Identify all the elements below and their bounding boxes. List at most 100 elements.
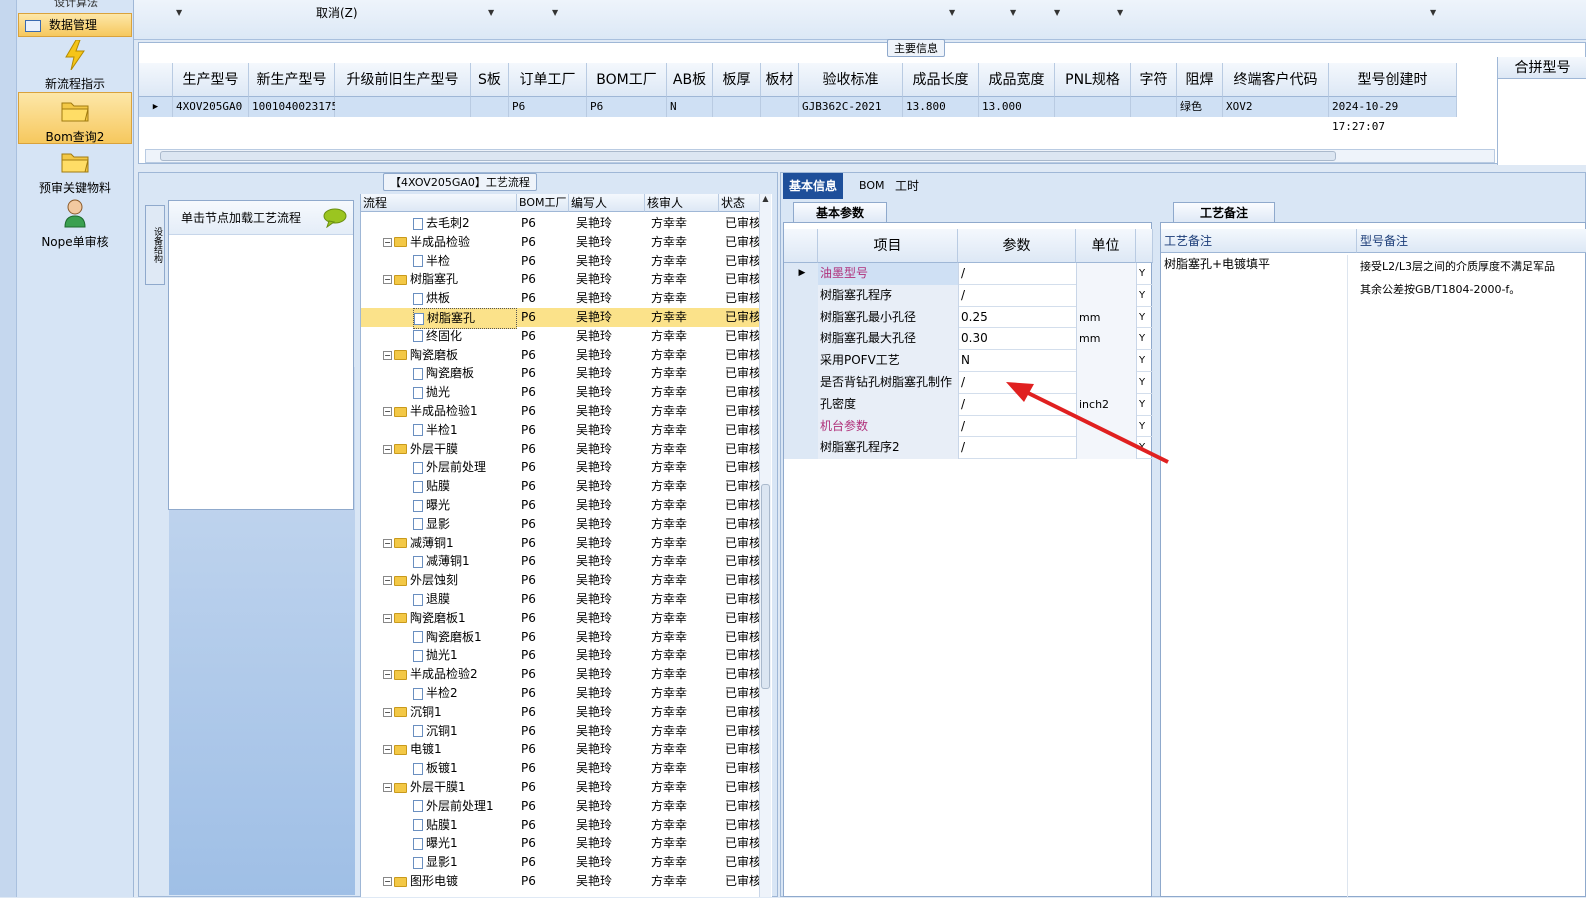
col-header[interactable]: 字符 bbox=[1131, 63, 1177, 97]
nav-item-new-flow[interactable]: 新流程指示 bbox=[18, 39, 132, 91]
param-row[interactable]: ▶ 油墨型号 / Y bbox=[784, 263, 1153, 285]
tree-row[interactable]: − 减薄铜1 P6 吴艳玲 方幸幸 已审核 bbox=[361, 534, 761, 553]
tree-row[interactable]: 抛光1 P6 吴艳玲 方幸幸 已审核 bbox=[361, 646, 761, 665]
table-cell[interactable]: P6 bbox=[509, 97, 587, 117]
horizontal-scrollbar[interactable] bbox=[145, 149, 1495, 163]
tree-node-label[interactable]: − 树脂塞孔 bbox=[383, 270, 464, 289]
col-header[interactable]: 终端客户代码 bbox=[1223, 63, 1329, 97]
table-cell[interactable]: 4XOV205GA0 bbox=[173, 97, 249, 117]
collapse-icon[interactable]: − bbox=[383, 576, 392, 586]
param-row[interactable]: 树脂塞孔最大孔径 0.30 mm Y bbox=[784, 328, 1153, 351]
col-header-model-note[interactable]: 型号备注 bbox=[1357, 229, 1586, 253]
tree-row[interactable]: 半检2 P6 吴艳玲 方幸幸 已审核 bbox=[361, 684, 761, 703]
tree-row[interactable]: − 树脂塞孔 P6 吴艳玲 方幸幸 已审核 bbox=[361, 270, 761, 289]
col-header[interactable]: 型号创建时 bbox=[1329, 63, 1457, 97]
col-header[interactable]: 板材 bbox=[761, 63, 799, 97]
tree-row[interactable]: 陶瓷磨板 P6 吴艳玲 方幸幸 已审核 bbox=[361, 364, 761, 383]
param-value[interactable]: N bbox=[958, 350, 1076, 372]
row-header[interactable] bbox=[784, 437, 818, 460]
col-header[interactable]: BOM工厂 bbox=[587, 63, 667, 97]
tree-row[interactable]: − 陶瓷磨板 P6 吴艳玲 方幸幸 已审核 bbox=[361, 346, 761, 365]
col-header-unit[interactable]: 单位 bbox=[1076, 229, 1136, 263]
nav-item-partial[interactable]: 设计算法 bbox=[20, 0, 132, 9]
dropdown-arrow-icon[interactable]: ▼ bbox=[1430, 8, 1436, 17]
tree-node-label[interactable]: 板镀1 bbox=[413, 759, 464, 778]
table-cell[interactable]: 10010400231758 bbox=[249, 97, 345, 117]
tree-node-label[interactable]: 退膜 bbox=[413, 590, 456, 609]
nav-section-data-management[interactable]: 数据管理 bbox=[18, 13, 132, 37]
tree-row[interactable]: 贴膜1 P6 吴艳玲 方幸幸 已审核 bbox=[361, 816, 761, 835]
nav-item-prereview-materials[interactable]: 预审关键物料 bbox=[18, 148, 132, 196]
tree-node-label[interactable]: 曝光1 bbox=[413, 834, 464, 853]
col-header[interactable]: AB板 bbox=[667, 63, 713, 97]
tree-row[interactable]: 曝光 P6 吴艳玲 方幸幸 已审核 bbox=[361, 496, 761, 515]
table-cell[interactable]: 13.000 bbox=[979, 97, 1055, 117]
collapse-icon[interactable]: − bbox=[383, 745, 392, 755]
tree-row[interactable]: 陶瓷磨板1 P6 吴艳玲 方幸幸 已审核 bbox=[361, 628, 761, 647]
tree-row[interactable]: 抛光 P6 吴艳玲 方幸幸 已审核 bbox=[361, 383, 761, 402]
tree-node-label[interactable]: 半检 bbox=[413, 252, 456, 271]
cancel-button[interactable]: 取消(Z) bbox=[316, 4, 358, 21]
tree-row[interactable]: − 外层干膜 P6 吴艳玲 方幸幸 已审核 bbox=[361, 440, 761, 459]
col-header-bom-factory[interactable]: BOM工厂 bbox=[517, 194, 569, 212]
col-header[interactable]: 生产型号 bbox=[173, 63, 249, 97]
dropdown-arrow-icon[interactable]: ▼ bbox=[949, 8, 955, 17]
process-note-text[interactable]: 树脂塞孔+电镀填平 bbox=[1164, 255, 1270, 272]
col-header[interactable]: PNL规格 bbox=[1055, 63, 1131, 97]
col-header[interactable]: 升级前旧生产型号 bbox=[335, 63, 471, 97]
param-unit[interactable]: mm bbox=[1076, 306, 1136, 329]
col-header[interactable]: 新生产型号 bbox=[249, 63, 335, 97]
collapse-icon[interactable]: − bbox=[383, 670, 392, 680]
col-header-reviewer[interactable]: 核审人 bbox=[645, 194, 719, 212]
row-header[interactable] bbox=[784, 306, 818, 329]
tree-node-label[interactable]: − 电镀1 bbox=[383, 740, 448, 759]
dropdown-arrow-icon[interactable]: ▼ bbox=[488, 8, 494, 17]
param-value[interactable]: / bbox=[958, 263, 1076, 285]
tree-node-label[interactable]: 树脂塞孔 bbox=[413, 308, 517, 329]
tree-row[interactable]: 显影1 P6 吴艳玲 方幸幸 已审核 bbox=[361, 853, 761, 872]
param-unit[interactable] bbox=[1076, 350, 1136, 372]
collapse-icon[interactable]: − bbox=[383, 444, 392, 454]
param-row[interactable]: 采用POFV工艺 N Y bbox=[784, 350, 1153, 372]
row-header[interactable] bbox=[784, 372, 818, 394]
tree-row[interactable]: − 半成品检验1 P6 吴艳玲 方幸幸 已审核 bbox=[361, 402, 761, 421]
tree-node-label[interactable]: − 外层干膜 bbox=[383, 440, 464, 459]
tree-node-label[interactable]: − 半成品检验1 bbox=[383, 402, 484, 421]
tree-row[interactable]: − 电镀1 P6 吴艳玲 方幸幸 已审核 bbox=[361, 740, 761, 759]
tree-node-label[interactable]: 半检1 bbox=[413, 421, 464, 440]
tree-row[interactable]: 去毛刺2 P6 吴艳玲 方幸幸 已审核 bbox=[361, 214, 761, 233]
row-indicator-icon[interactable]: ▶ bbox=[139, 97, 173, 117]
col-header-flow[interactable]: 流程 bbox=[361, 194, 517, 212]
table-cell[interactable] bbox=[335, 97, 471, 117]
tree-node-label[interactable]: − 减薄铜1 bbox=[383, 534, 460, 553]
tree-node-label[interactable]: 抛光 bbox=[413, 383, 456, 402]
row-header[interactable] bbox=[784, 328, 818, 351]
col-header-status[interactable]: 状态 bbox=[719, 194, 763, 212]
tree-row[interactable]: 曝光1 P6 吴艳玲 方幸幸 已审核 bbox=[361, 834, 761, 853]
tree-node-label[interactable]: − 陶瓷磨板 bbox=[383, 346, 464, 365]
param-row[interactable]: 树脂塞孔最小孔径 0.25 mm Y bbox=[784, 306, 1153, 329]
collapse-icon[interactable]: − bbox=[383, 613, 392, 623]
tree-node-label[interactable]: − 半成品检验 bbox=[383, 233, 476, 252]
table-cell[interactable]: 13.800 bbox=[903, 97, 979, 117]
tree-node-label[interactable]: 沉铜1 bbox=[413, 722, 464, 741]
row-header[interactable] bbox=[784, 284, 818, 307]
param-value[interactable]: 0.25 bbox=[958, 306, 1076, 329]
tree-row[interactable]: − 外层蚀刻 P6 吴艳玲 方幸幸 已审核 bbox=[361, 571, 761, 590]
table-cell[interactable] bbox=[1131, 97, 1177, 117]
table-cell[interactable]: XOV2 bbox=[1223, 97, 1329, 117]
col-header[interactable]: S板 bbox=[471, 63, 509, 97]
tree-node-label[interactable]: 终固化 bbox=[413, 327, 468, 346]
model-note-text[interactable]: 接受L2/L3层之间的介质厚度不满足军品 其余公差按GB/T1804-2000-… bbox=[1360, 255, 1555, 301]
param-unit[interactable]: mm bbox=[1076, 328, 1136, 351]
col-header-process-note[interactable]: 工艺备注 bbox=[1161, 229, 1357, 253]
tree-row[interactable]: 终固化 P6 吴艳玲 方幸幸 已审核 bbox=[361, 327, 761, 346]
col-header-writer[interactable]: 编写人 bbox=[569, 194, 645, 212]
row-header[interactable] bbox=[784, 350, 818, 372]
dropdown-arrow-icon[interactable]: ▼ bbox=[552, 8, 558, 17]
table-cell[interactable]: GJB362C-2021 bbox=[799, 97, 903, 117]
nav-item-bom-query[interactable]: Bom查询2 bbox=[18, 92, 132, 144]
row-header[interactable] bbox=[784, 415, 818, 438]
tab-bom[interactable]: BOM bbox=[853, 173, 891, 199]
dropdown-arrow-icon[interactable]: ▼ bbox=[1010, 8, 1016, 17]
